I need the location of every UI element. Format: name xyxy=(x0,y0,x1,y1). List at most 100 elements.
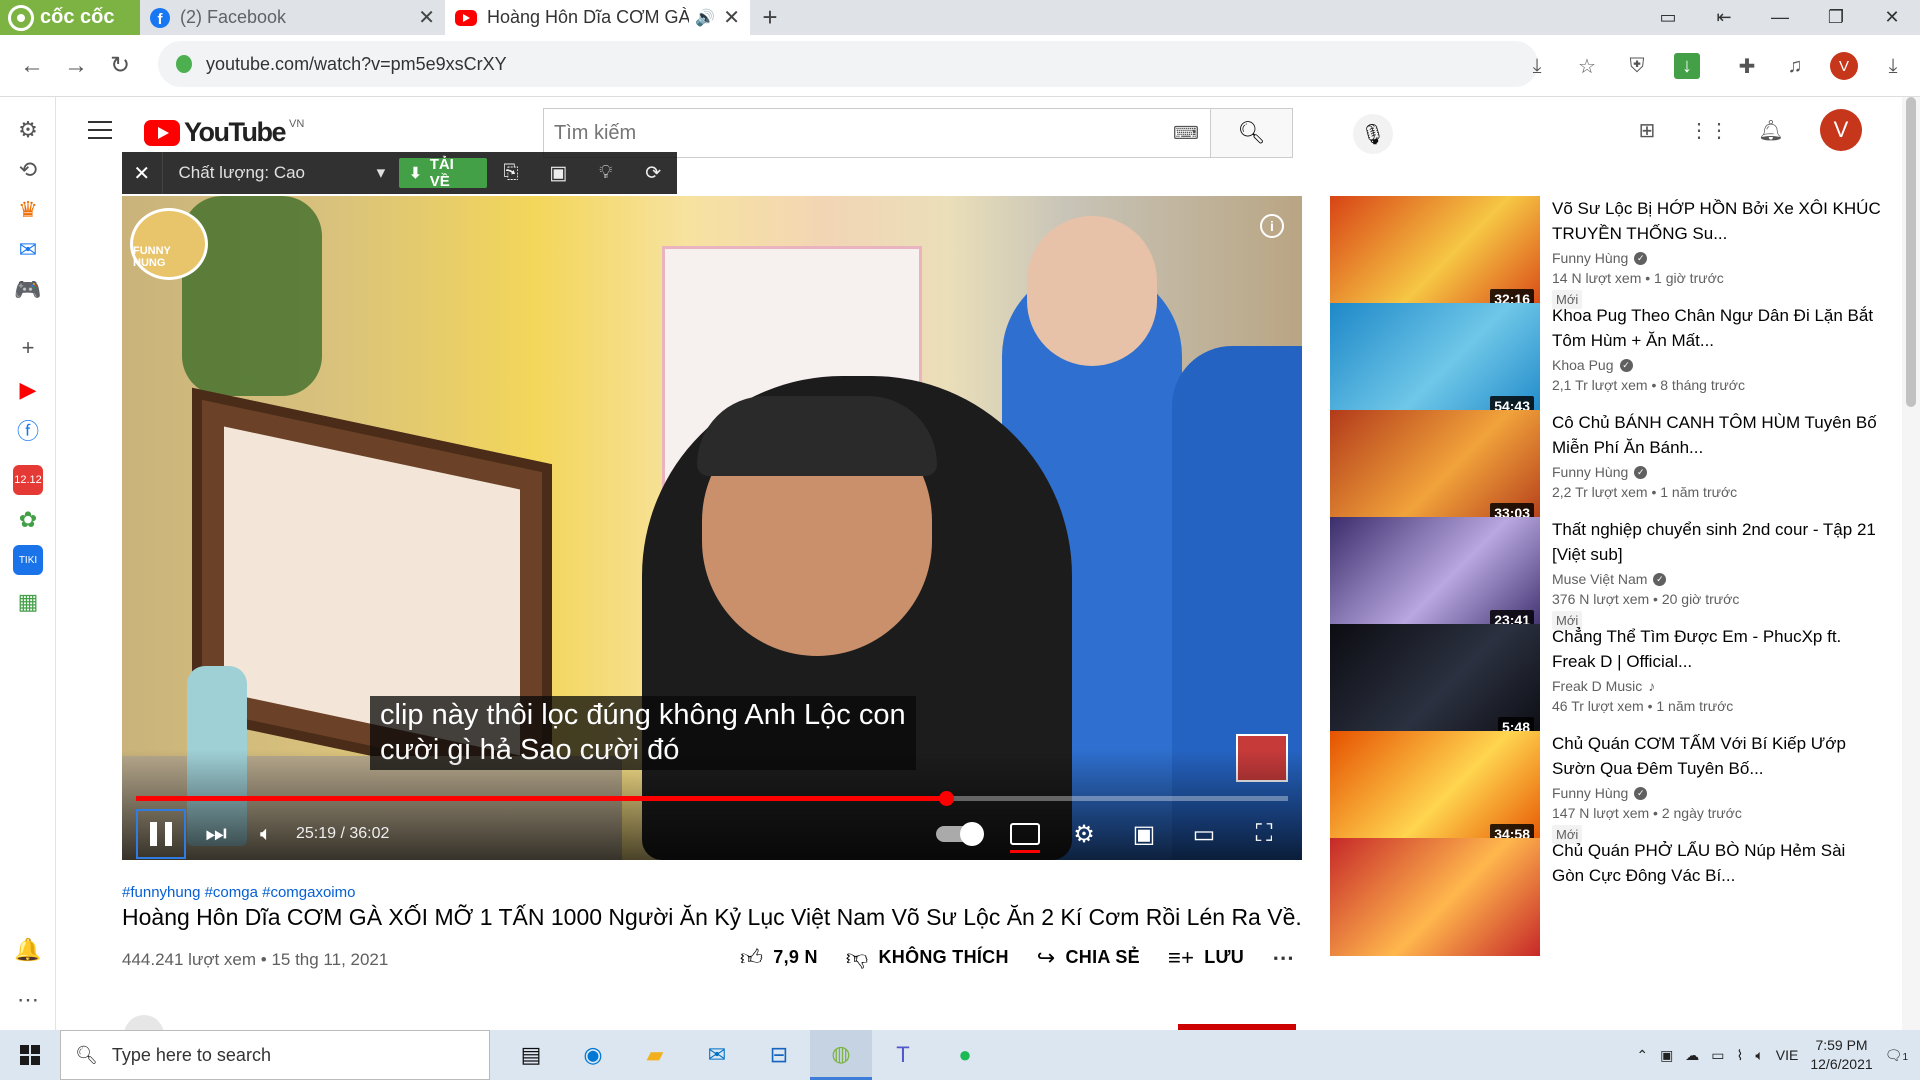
recommendation-item[interactable]: 32:16 Võ Sư Lộc Bị HỚP HỒN Bởi Xe XÔI KHÚ… xyxy=(1330,196,1890,316)
create-video-icon[interactable]: ⊞ xyxy=(1634,117,1660,143)
profile-avatar[interactable]: V xyxy=(1830,52,1858,80)
recommendation-thumbnail[interactable]: 32:16 xyxy=(1330,196,1540,314)
forward-button[interactable]: → xyxy=(54,52,98,80)
progress-bar[interactable] xyxy=(136,791,1288,806)
menu-hamburger-icon[interactable] xyxy=(88,121,112,139)
edge-icon[interactable]: ◉ xyxy=(562,1030,624,1080)
task-view-icon[interactable]: ▤ xyxy=(500,1030,562,1080)
taskbar-search[interactable]: 🔍︎ Type here to search xyxy=(60,1030,490,1080)
recommendation-channel[interactable]: Funny Hùng ✓ xyxy=(1552,464,1882,480)
address-bar[interactable]: youtube.com/watch?v=pm5e9xsCrXY xyxy=(158,41,1538,87)
shield-icon[interactable]: ⛨ xyxy=(1624,53,1650,79)
video-hashtags[interactable]: #funnyhung #comga #comgaxoimo xyxy=(122,884,355,901)
crown-icon[interactable]: ♛ xyxy=(13,195,43,225)
notifications-icon[interactable]: 🔔︎ xyxy=(1758,117,1784,143)
account-avatar[interactable]: V xyxy=(1820,109,1862,151)
info-icon[interactable]: i xyxy=(1260,214,1284,238)
video-player[interactable]: FUNNY HUNG i clip này thôi lọc đúng khôn… xyxy=(122,196,1302,860)
like-button[interactable]: 👍︎ 7,9 N xyxy=(740,944,818,971)
send-to-phone-icon[interactable]: ⎘ xyxy=(487,162,534,184)
apps-grid-icon[interactable]: ⋮⋮ xyxy=(1689,117,1729,143)
youtube-logo[interactable]: YouTube VN xyxy=(144,117,304,148)
recommendation-title[interactable]: Thất nghiệp chuyển sinh 2nd cour - Tập 2… xyxy=(1552,517,1882,567)
lazada-icon[interactable]: ✿ xyxy=(13,505,43,535)
scrubber-handle[interactable] xyxy=(938,791,954,806)
volume-icon[interactable]: 🔈︎ xyxy=(246,823,286,846)
store-icon[interactable]: ⊟ xyxy=(748,1030,810,1080)
subtitles-icon[interactable] xyxy=(1010,823,1040,853)
add-sidebar-app-icon[interactable]: + xyxy=(13,333,43,363)
coccoc-taskbar-icon[interactable]: ◍ xyxy=(810,1030,872,1080)
clock[interactable]: 7:59 PM 12/6/2021 xyxy=(1810,1036,1872,1074)
camera-icon[interactable]: ▣ xyxy=(1660,1047,1673,1064)
share-button[interactable]: ↪ CHIA SẺ xyxy=(1037,945,1140,971)
next-button[interactable]: ⏭︎ xyxy=(186,820,246,848)
notifications-bell-icon[interactable]: 🔔 xyxy=(13,935,43,965)
history-icon[interactable]: ⟲ xyxy=(13,155,43,185)
recommendation-item[interactable]: 23:41 Thất nghiệp chuyển sinh 2nd cour - … xyxy=(1330,517,1890,637)
messenger-icon[interactable]: ✉ xyxy=(13,235,43,265)
recommendation-item[interactable]: Chủ Quán PHỞ LẨU BÒ Núp Hẻm Sài Gòn Cực … xyxy=(1330,838,1890,958)
recommendation-channel[interactable]: Khoa Pug ✓ xyxy=(1552,357,1882,373)
close-toolbar-icon[interactable]: ✕ xyxy=(122,161,162,186)
more-actions-button[interactable]: ⋯ xyxy=(1272,945,1295,971)
close-tab-icon[interactable]: ✕ xyxy=(723,5,740,30)
search-input[interactable] xyxy=(544,109,1162,157)
calculator-icon[interactable]: ▦ xyxy=(13,587,43,617)
back-button[interactable]: ← xyxy=(10,52,54,80)
save-button[interactable]: ≡+ LƯU xyxy=(1168,945,1244,971)
teams-icon[interactable]: T xyxy=(872,1030,934,1080)
start-button[interactable] xyxy=(0,1045,60,1065)
page-scrollbar[interactable] xyxy=(1902,97,1920,1030)
fullscreen-icon[interactable]: ⛶ xyxy=(1234,820,1294,848)
miniplayer-icon[interactable]: ▣ xyxy=(1114,820,1174,849)
recommendation-item[interactable]: 33:03 Cô Chủ BÁNH CANH TÔM HÙM Tuyên Bố M… xyxy=(1330,410,1890,530)
bookmark-star-icon[interactable]: ☆ xyxy=(1574,53,1600,79)
pause-button[interactable] xyxy=(136,809,186,859)
downloads-icon[interactable]: ⤓ xyxy=(1880,53,1906,79)
battery-icon[interactable]: ▭ xyxy=(1711,1047,1724,1064)
volume-tray-icon[interactable]: 🔈︎ xyxy=(1755,1047,1763,1064)
mail-icon[interactable]: ✉ xyxy=(686,1030,748,1080)
recommendation-thumbnail[interactable]: 5:48 xyxy=(1330,624,1540,742)
youtube-sidebar-icon[interactable]: ▶ xyxy=(13,375,43,405)
more-icon[interactable]: ⋯ xyxy=(13,985,43,1015)
close-tab-icon[interactable]: ✕ xyxy=(418,5,435,30)
recommendation-channel[interactable]: Funny Hùng ✓ xyxy=(1552,785,1882,801)
reload-button[interactable]: ↻ xyxy=(98,51,142,80)
recommendation-title[interactable]: Chủ Quán PHỞ LẨU BÒ Núp Hẻm Sài Gòn Cực … xyxy=(1552,838,1882,888)
action-center-icon[interactable]: 🗨︎1 xyxy=(1885,1047,1908,1064)
cast-icon[interactable]: ▭ xyxy=(1640,0,1696,35)
recommendation-channel[interactable]: Muse Việt Nam ✓ xyxy=(1552,571,1882,587)
quality-select[interactable]: Chất lượng: Cao ▾ xyxy=(161,152,400,194)
tiki-icon[interactable]: TIKI xyxy=(13,545,43,575)
recommendation-thumbnail[interactable] xyxy=(1330,838,1540,956)
media-controls-icon[interactable]: ♫ xyxy=(1782,53,1808,79)
tab-youtube[interactable]: Hoàng Hôn Dĩa CƠM GÀ 🔊 ✕ xyxy=(445,0,750,35)
close-window-button[interactable]: ✕ xyxy=(1864,0,1920,35)
keyboard-icon[interactable]: ⌨ xyxy=(1162,109,1210,157)
facebook-sidebar-icon[interactable]: ⓕ xyxy=(13,415,43,445)
microphone-icon[interactable]: 🎙︎ xyxy=(1353,114,1393,154)
recommendation-thumbnail[interactable]: 34:58 xyxy=(1330,731,1540,849)
recommendation-item[interactable]: 34:58 Chủ Quán CƠM TẤM Với Bí Kiếp Ướp Sư… xyxy=(1330,731,1890,851)
settings-gear-icon[interactable]: ⚙ xyxy=(13,115,43,145)
recommendation-title[interactable]: Cô Chủ BÁNH CANH TÔM HÙM Tuyên Bố Miễn P… xyxy=(1552,410,1882,460)
gamepad-icon[interactable]: 🎮 xyxy=(13,275,43,305)
search-button[interactable]: 🔍︎ xyxy=(1210,109,1292,157)
recommendation-title[interactable]: Chủ Quán CƠM TẤM Với Bí Kiếp Ướp Sườn Qu… xyxy=(1552,731,1882,781)
settings-gear-icon[interactable]: ⚙ xyxy=(1054,820,1114,849)
savior-download-icon[interactable]: ↓ xyxy=(1674,53,1700,79)
restore-tabs-icon[interactable]: ⇤ xyxy=(1696,0,1752,35)
maximize-button[interactable]: ❐ xyxy=(1808,0,1864,35)
wifi-icon[interactable]: ⌇ xyxy=(1737,1047,1744,1064)
theater-mode-icon[interactable]: ▭ xyxy=(1174,820,1234,849)
picture-in-picture-icon[interactable]: ▣ xyxy=(535,162,582,185)
shopee-icon[interactable]: 12.12 xyxy=(13,465,43,495)
recommendation-item[interactable]: 5:48 Chẳng Thể Tìm Được Em - PhucXp ft. F… xyxy=(1330,624,1890,744)
lightbulb-icon[interactable]: 💡︎ xyxy=(582,162,629,184)
scrollbar-thumb[interactable] xyxy=(1906,97,1916,407)
download-button[interactable]: ⬇ TẢI VỀ xyxy=(399,156,488,190)
file-explorer-icon[interactable]: ▰ xyxy=(624,1030,686,1080)
recommendation-title[interactable]: Khoa Pug Theo Chân Ngư Dân Đi Lặn Bắt Tô… xyxy=(1552,303,1882,353)
